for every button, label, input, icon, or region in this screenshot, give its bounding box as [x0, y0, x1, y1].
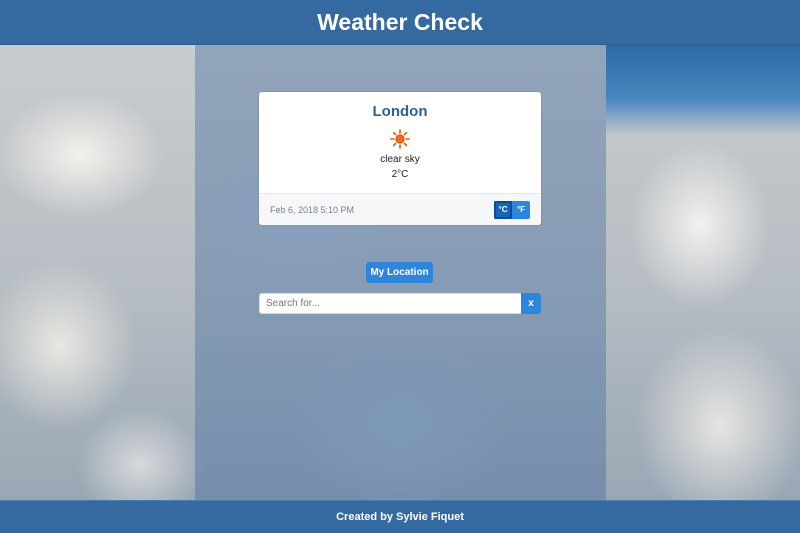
- temperature: 2°C: [391, 169, 409, 180]
- unit-toggle: °C °F: [494, 200, 530, 219]
- sky-patch: [606, 45, 800, 135]
- sun-icon: [389, 128, 411, 150]
- city-name: London: [372, 103, 428, 120]
- clear-search-button[interactable]: x: [521, 293, 541, 314]
- weather-card: London clear sky 2°C Feb 6, 2018 5:10 PM: [259, 92, 541, 225]
- search-bar: x: [259, 293, 541, 314]
- celsius-button[interactable]: °C: [494, 200, 512, 219]
- observation-datetime: Feb 6, 2018 5:10 PM: [270, 204, 355, 215]
- footer-credit: Created by Sylvie Fiquet: [336, 511, 464, 523]
- weather-card-body: London clear sky 2°C: [259, 92, 541, 193]
- search-input[interactable]: [259, 293, 521, 314]
- my-location-button[interactable]: My Location: [366, 262, 433, 283]
- weather-card-footer: Feb 6, 2018 5:10 PM °C °F: [259, 193, 541, 225]
- fahrenheit-button[interactable]: °F: [512, 200, 530, 219]
- weather-description: clear sky: [380, 154, 420, 165]
- app-title: Weather Check: [317, 8, 483, 35]
- app-footer: Created by Sylvie Fiquet: [0, 500, 800, 533]
- app-header: Weather Check: [0, 0, 800, 45]
